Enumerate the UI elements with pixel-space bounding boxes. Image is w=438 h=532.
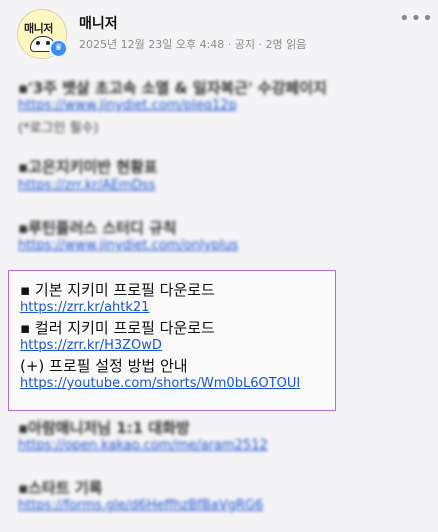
profile-guide-title: (+) 프로필 설정 방법 안내 <box>20 357 188 375</box>
notice-post: 매니저 ♛ 매니저 2025년 12월 23일 오후 4:48 · 공지 · 2… <box>0 0 438 532</box>
blurred-bullet: ▪스타트 기록 <box>18 479 103 497</box>
author-name[interactable]: 매니저 <box>79 13 118 33</box>
blurred-bullet: ▪고은지키미반 현황표 <box>18 158 158 176</box>
blurred-link[interactable]: https://zrr.kr/AEmDss <box>18 178 155 193</box>
blurred-note: (*로그인 필수) <box>18 121 99 136</box>
blurred-bullet: ▪'3주 뱃살 초고속 소멸 & 일자복근' 수강페이지 <box>18 79 327 97</box>
post-meta: 2025년 12월 23일 오후 4:48 · 공지 · 2명 읽음 <box>79 38 307 51</box>
blurred-bullet: ▪아람매니저님 1:1 대화방 <box>18 419 190 437</box>
basic-profile-title: ▪ 기본 지키미 프로필 다운로드 <box>20 281 215 299</box>
color-profile-link[interactable]: https://zrr.kr/H3ZOwD <box>20 338 162 353</box>
color-profile-title: ▪ 컬러 지키미 프로필 다운로드 <box>20 319 215 337</box>
blurred-link[interactable]: https://forms.gle/d6HeffhzBfBaVgRG6 <box>18 498 263 513</box>
blurred-link[interactable]: https://open.kakao.com/me/aram2512 <box>18 438 268 453</box>
blurred-link[interactable]: https://www.jinydiet.com/onlyplus <box>18 238 238 253</box>
profile-guide-link[interactable]: https://youtube.com/shorts/Wm0bL6OTOUI <box>20 376 300 391</box>
avatar-text: 매니저 <box>24 22 53 35</box>
basic-profile-link[interactable]: https://zrr.kr/ahtk21 <box>20 300 149 315</box>
mascot-eye-icon <box>36 41 40 45</box>
crown-badge-icon: ♛ <box>49 39 68 58</box>
more-options-icon[interactable]: ••• <box>399 10 434 28</box>
blurred-bullet: ▪루틴플러스 스터디 규칙 <box>18 219 177 237</box>
highlight-box: ▪ 기본 지키미 프로필 다운로드 https://zrr.kr/ahtk21 … <box>8 270 336 411</box>
blurred-link[interactable]: https://www.jinydiet.com/pleq12p <box>18 98 237 113</box>
